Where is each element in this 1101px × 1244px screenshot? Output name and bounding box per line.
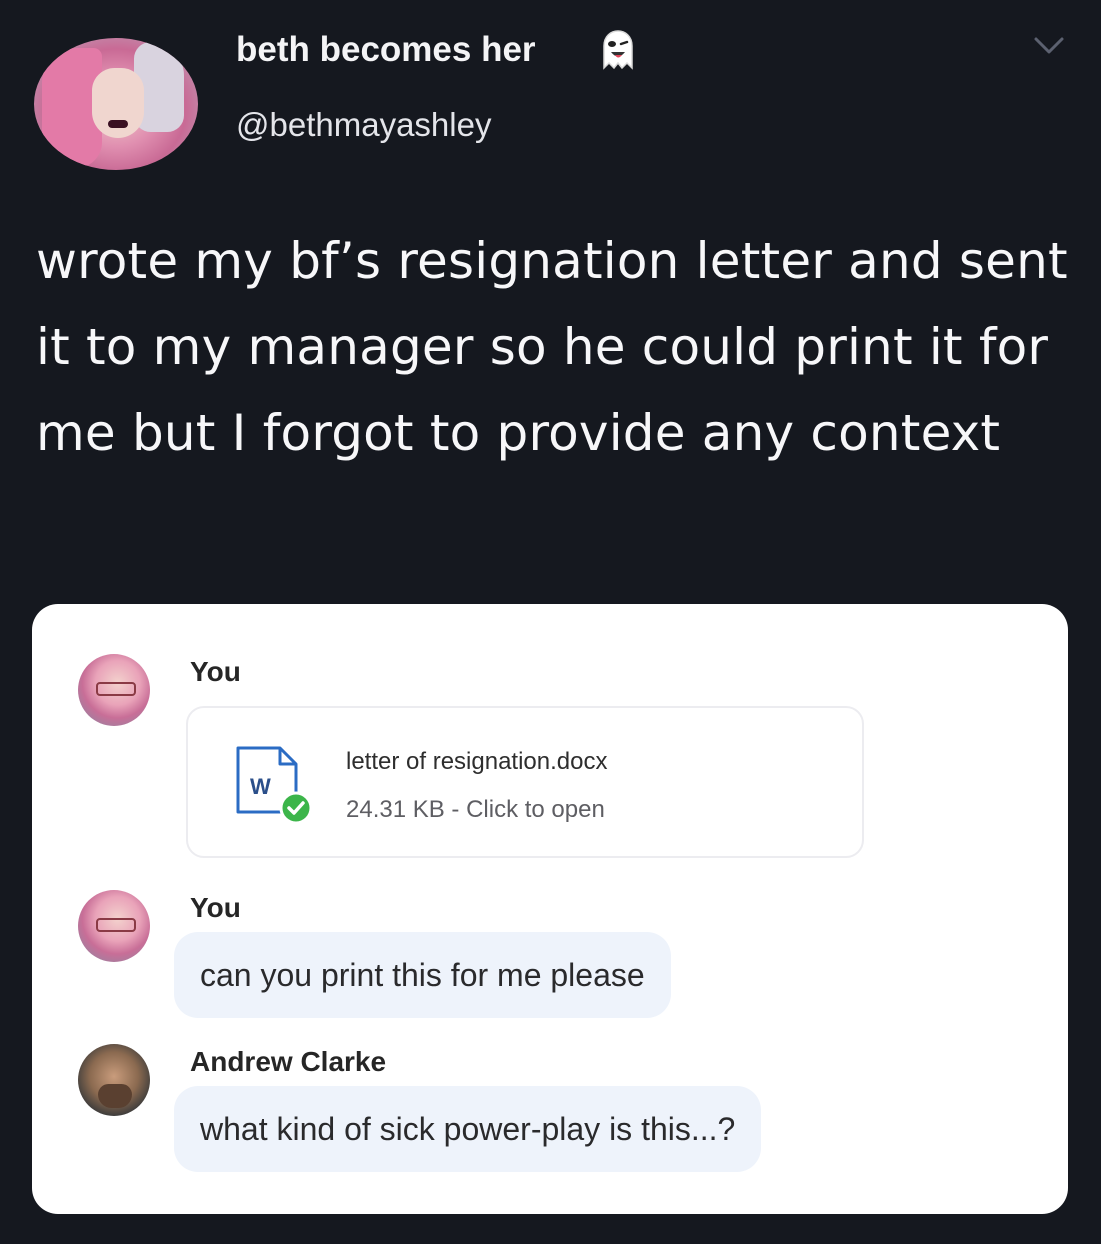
ghost-emoji-icon	[603, 30, 633, 70]
svg-text:W: W	[250, 774, 271, 799]
avatar-glasses	[96, 682, 136, 696]
word-document-icon: W	[236, 746, 313, 825]
sender-name: You	[190, 892, 241, 923]
sender-avatar	[78, 1044, 150, 1116]
file-name[interactable]: letter of resignation.docx	[346, 748, 607, 776]
file-meta: 24.31 KB - Click to open	[346, 796, 605, 823]
message-bubble: what kind of sick power-play is this...?	[174, 1086, 762, 1172]
message-bubble: can you print this for me please	[174, 932, 671, 1018]
sender-name: You	[190, 656, 241, 687]
chat-screenshot-card: You W letter of resignation.docx 24.31 K…	[32, 604, 1068, 1214]
author-avatar[interactable]	[34, 38, 198, 170]
file-attachment[interactable]: W letter of resignation.docx 24.31 KB - …	[186, 706, 864, 858]
tweet-text: wrote my bf’s resignation letter and sen…	[36, 232, 1068, 462]
author-display-name[interactable]: beth becomes her	[236, 30, 536, 70]
sender-name: Andrew Clarke	[190, 1046, 387, 1077]
avatar-glasses	[96, 918, 136, 932]
tweet: beth becomes her @bethmayashley wrote my…	[0, 0, 1101, 1244]
avatar-beard	[98, 1084, 132, 1108]
chevron-down-icon[interactable]	[1032, 34, 1066, 58]
sender-avatar	[78, 654, 150, 726]
sender-avatar	[78, 890, 150, 962]
avatar-lips	[108, 120, 128, 128]
author-handle[interactable]: @bethmayashley	[236, 106, 491, 144]
